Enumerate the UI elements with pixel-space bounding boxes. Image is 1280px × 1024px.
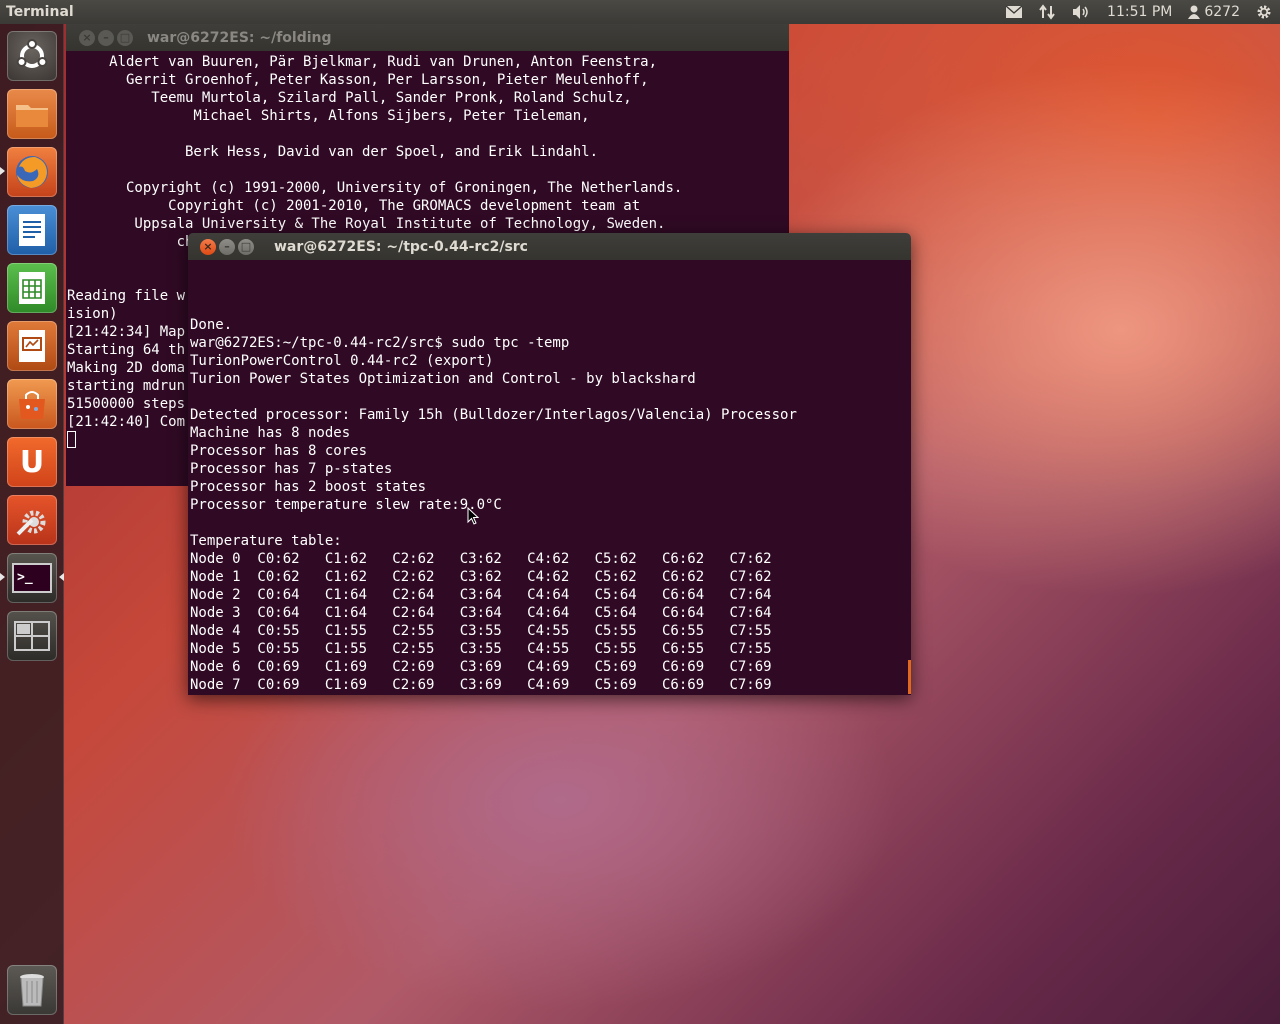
window-titlebar[interactable]: × – □ war@6272ES: ~/folding [66, 24, 789, 51]
terminal-line: Processor has 7 p-states [190, 461, 393, 477]
close-icon[interactable]: × [200, 238, 216, 255]
terminal-line: Node 5 C0:55 C1:55 C2:55 C3:55 C4:55 C5:… [190, 641, 772, 657]
top-panel: Terminal 11:51 PM 6272 [0, 0, 1280, 24]
terminal-line: TurionPowerControl 0.44-rc2 (export) [190, 353, 494, 369]
terminal-line: Teemu Murtola, Szilard Pall, Sander Pron… [67, 90, 632, 106]
terminal-line: Processor temperature slew rate:9.0°C [190, 497, 502, 513]
terminal-line: Node 2 C0:64 C1:64 C2:64 C3:64 C4:64 C5:… [190, 587, 772, 603]
terminal-line: Uppsala University & The Royal Institute… [67, 216, 666, 232]
mouse-pointer-icon [467, 507, 479, 525]
terminal-line: Node 7 C0:69 C1:69 C2:69 C3:69 C4:69 C5:… [190, 677, 772, 693]
terminal-line: Node 0 C0:62 C1:62 C2:62 C3:62 C4:62 C5:… [190, 551, 772, 567]
firefox-icon[interactable] [7, 147, 57, 197]
terminal-line: war@6272ES:~/tpc-0.44-rc2/src$ sudo tpc … [190, 335, 570, 351]
minimize-icon[interactable]: – [219, 238, 235, 255]
terminal-cursor [67, 431, 76, 448]
ubuntu-logo-icon[interactable] [7, 31, 57, 81]
terminal-line: Temperature table: [190, 533, 342, 549]
terminal-line: Node 6 C0:69 C1:69 C2:69 C3:69 C4:69 C5:… [190, 659, 772, 675]
terminal-line: Berk Hess, David van der Spoel, and Erik… [67, 144, 599, 160]
running-indicator [0, 573, 5, 581]
terminal-line: Detected processor: Family 15h (Bulldoze… [190, 407, 797, 423]
writer-icon[interactable] [7, 205, 57, 255]
terminal-line: Processor has 2 boost states [190, 479, 427, 495]
ubuntu-one-icon[interactable]: U [7, 437, 57, 487]
trash-icon[interactable] [7, 965, 57, 1015]
speaker-icon[interactable] [1063, 0, 1099, 24]
clock[interactable]: 11:51 PM [1099, 0, 1180, 24]
terminal-output[interactable]: Done. war@6272ES:~/tpc-0.44-rc2/src$ sudo… [188, 260, 911, 695]
ubuntu-one-letter: U [19, 444, 45, 480]
terminal-line: Node 4 C0:55 C1:55 C2:55 C3:55 C4:55 C5:… [190, 623, 772, 639]
minimize-icon[interactable]: – [98, 29, 114, 46]
terminal-line: Node 3 C0:64 C1:64 C2:64 C3:64 C4:64 C5:… [190, 605, 772, 621]
wrench-gear-icon[interactable] [7, 495, 57, 545]
close-icon[interactable]: × [79, 29, 95, 46]
workspaces-icon[interactable] [7, 611, 57, 661]
impress-icon[interactable] [7, 321, 57, 371]
terminal-line: Copyright (c) 1991-2000, University of G… [67, 180, 683, 196]
user-name: 6272 [1204, 4, 1240, 20]
terminal-line: Machine has 8 nodes [190, 425, 351, 441]
terminal-line: Michael Shirts, Alfons Sijbers, Peter Ti… [67, 108, 590, 124]
window-title: war@6272ES: ~/tpc-0.44-rc2/src [274, 238, 528, 255]
indicator-area: 11:51 PM 6272 [997, 0, 1280, 24]
focused-indicator [59, 573, 64, 581]
terminal-line: Processor has 8 cores [190, 443, 368, 459]
terminal-line: Copyright (c) 2001-2010, The GROMACS dev… [67, 198, 641, 214]
terminal-window-tpc[interactable]: × – □ war@6272ES: ~/tpc-0.44-rc2/src Don… [188, 233, 911, 695]
user-menu[interactable]: 6272 [1180, 0, 1248, 24]
calc-icon[interactable] [7, 263, 57, 313]
running-indicator [0, 167, 5, 175]
folder-icon[interactable] [7, 89, 57, 139]
envelope-icon[interactable] [997, 0, 1031, 24]
shopping-bag-icon[interactable] [7, 379, 57, 429]
network-arrows-icon[interactable] [1031, 0, 1063, 24]
terminal-line: Gerrit Groenhof, Peter Kasson, Per Larss… [67, 72, 649, 88]
scrollbar-thumb[interactable] [908, 660, 911, 694]
terminal-line: Node 1 C0:62 C1:62 C2:62 C3:62 C4:62 C5:… [190, 569, 772, 585]
terminal-prompt-glyph: >_ [12, 563, 52, 593]
maximize-icon[interactable]: □ [238, 238, 254, 255]
terminal-icon[interactable]: >_ [7, 553, 57, 603]
terminal-line: Turion Power States Optimization and Con… [190, 371, 696, 387]
window-titlebar[interactable]: × – □ war@6272ES: ~/tpc-0.44-rc2/src [188, 233, 911, 260]
terminal-line: Aldert van Buuren, Pär Bjelkmar, Rudi va… [67, 54, 658, 70]
terminal-line: Done. [190, 317, 233, 333]
gear-icon[interactable] [1248, 0, 1280, 24]
launcher: U >_ [0, 24, 64, 1024]
active-app-title: Terminal [6, 4, 74, 20]
user-icon [1188, 5, 1201, 19]
window-title: war@6272ES: ~/folding [147, 29, 332, 46]
maximize-icon[interactable]: □ [117, 29, 133, 46]
